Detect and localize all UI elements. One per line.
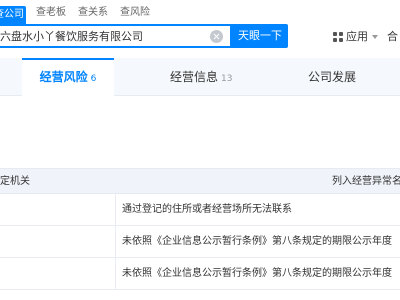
tab-business-info[interactable]: 经营信息 13 (170, 58, 232, 96)
search-type-company[interactable]: 查公司 (0, 6, 26, 24)
table-cell-reason: 未依照《企业信息公示暂行条例》第八条规定的期限公示年度 (122, 236, 392, 247)
table-cell-reason: 通过登记的住所或者经营场所无法联系 (122, 204, 292, 215)
search-input[interactable]: 六盘水小丫餐饮服务有限公司 (0, 24, 232, 48)
section-tabs: 经营风险 6 经营信息 13 公司发展 (0, 58, 400, 96)
column-divider (115, 226, 116, 258)
search-type-boss[interactable]: 查老板 (36, 7, 66, 19)
apps-label: 应用 (346, 30, 368, 43)
table-header: 定机关 列入经营异常名 (0, 168, 400, 194)
search-type-risk[interactable]: 查风险 (120, 7, 150, 19)
table-cell-reason: 未依照《企业信息公示暂行条例》第八条规定的期限公示年度 (122, 268, 392, 279)
tab-company-development[interactable]: 公司发展 (308, 58, 356, 96)
table-row: 未依照《企业信息公示暂行条例》第八条规定的期限公示年度 (0, 226, 400, 258)
clear-icon[interactable] (210, 30, 223, 43)
column-divider (115, 258, 116, 290)
tab-count: 6 (90, 74, 97, 84)
search-type-links: 查公司 查老板 查关系 查风险 (0, 0, 400, 24)
tab-label: 公司发展 (308, 70, 357, 84)
search-button[interactable]: 天眼一下 (232, 24, 288, 48)
column-divider (115, 194, 116, 226)
tab-count: 13 (221, 74, 233, 84)
chevron-down-icon (372, 35, 378, 39)
search-input-value[interactable]: 六盘水小丫餐饮服务有限公司 (0, 30, 143, 44)
table-row: 未依照《企业信息公示暂行条例》第八条规定的期限公示年度 (0, 258, 400, 290)
tab-label: 经营风险 (39, 70, 88, 84)
column-header-authority: 定机关 (0, 176, 30, 187)
column-header-listing-reason: 列入经营异常名 (332, 176, 400, 187)
header-more-item[interactable]: 合 (387, 30, 398, 44)
table-row: 通过登记的住所或者经营场所无法联系 (0, 194, 400, 226)
tab-label: 经营信息 (170, 70, 219, 84)
tab-business-risk[interactable]: 经营风险 6 (22, 58, 114, 96)
apps-grid-icon (333, 32, 343, 42)
search-type-relation[interactable]: 查关系 (78, 7, 108, 19)
